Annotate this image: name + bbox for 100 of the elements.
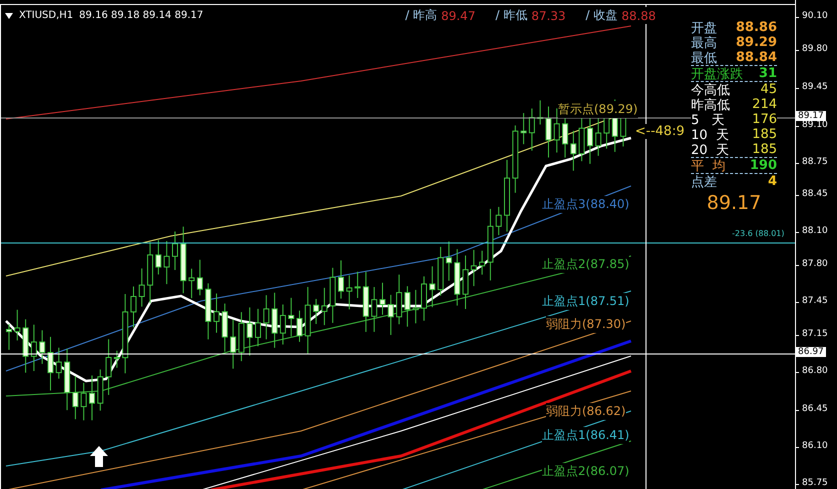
last-price: 89.17: [706, 192, 762, 214]
candlestick: [554, 108, 560, 154]
candlestick: [246, 306, 253, 356]
info-label: 20 天: [691, 142, 729, 158]
price-tick: 86.80: [802, 366, 828, 376]
price-tick: 87.80: [802, 259, 828, 269]
price-tick: 90.10: [802, 11, 828, 21]
candlestick: [479, 250, 486, 276]
info-label: 10 天: [691, 126, 729, 144]
candlestick: [362, 271, 369, 332]
candlestick: [196, 259, 203, 296]
candlestick: [138, 268, 145, 308]
candlestick: [412, 289, 419, 324]
fibonacci-label: -23.6 (88.01): [732, 229, 784, 238]
price-tick: 87.15: [802, 329, 828, 339]
info-value: 185: [752, 142, 777, 157]
candlestick: [338, 260, 344, 300]
candlestick: [255, 308, 261, 347]
symbol-label: XTIUSD,H1: [19, 10, 74, 21]
info-label: 最高: [691, 34, 717, 52]
candlestick: [280, 304, 286, 346]
candlestick: [164, 240, 170, 285]
stat-value: 89.47: [441, 8, 476, 22]
candlestick: [380, 282, 386, 316]
candlestick: [114, 350, 120, 368]
info-value: 4: [768, 174, 777, 189]
candlestick: [72, 376, 78, 420]
candlestick: [470, 249, 477, 287]
level-label: 止盈点2(87.85): [542, 256, 630, 273]
level-label: 弱阻力(86.62): [546, 403, 626, 420]
candlestick: [56, 347, 62, 380]
info-value: 88.86: [736, 20, 777, 35]
price-tick: 88.45: [802, 189, 828, 199]
candlestick: [330, 267, 336, 324]
candlestick: [205, 282, 212, 340]
candlestick: [172, 231, 178, 271]
candlestick: [80, 382, 87, 421]
price-marker: 89.17: [796, 111, 826, 121]
candlestick: [188, 268, 195, 299]
info-value: 185: [752, 127, 777, 142]
candlestick: [454, 248, 460, 306]
info-value: 45: [760, 82, 777, 97]
candlestick: [313, 298, 320, 324]
candlestick: [446, 240, 452, 282]
candlestick: [371, 286, 378, 332]
candlestick: [272, 292, 278, 348]
candlestick: [388, 294, 394, 336]
candlestick: [180, 226, 186, 294]
price-tick: 86.45: [802, 404, 828, 414]
candlestick: [22, 318, 29, 374]
info-label: 开盘涨跌: [691, 66, 743, 82]
candlestick: [97, 368, 104, 412]
distance-label: <--48:9: [635, 124, 684, 139]
price-tick: 87.45: [802, 296, 828, 306]
ohlc-values: 89.16 89.18 89.14 89.17: [79, 10, 204, 21]
candlestick: [570, 130, 576, 172]
stat-label: / 昨低: [495, 7, 528, 24]
level-label: 止盈点1(86.41): [542, 427, 630, 444]
candlestick: [462, 255, 468, 310]
info-label: 点差: [691, 174, 717, 190]
price-tick: 88.75: [802, 157, 828, 167]
info-value: 88.84: [736, 50, 777, 65]
info-value: 176: [752, 112, 777, 127]
candlestick: [14, 309, 20, 341]
info-label: 最低: [691, 50, 717, 66]
level-label: 止盈点2(86.07): [542, 463, 630, 480]
candlestick: [512, 124, 518, 194]
price-tick: 88.10: [802, 226, 828, 236]
price-tick: 85.75: [802, 478, 828, 488]
candlestick: [48, 336, 54, 392]
candlestick: [528, 108, 535, 152]
candlestick: [438, 246, 444, 296]
price-marker: 86.97: [796, 347, 826, 357]
candlestick: [304, 286, 311, 354]
candlestick: [354, 271, 361, 298]
level-label: 止盈点1(87.51): [542, 293, 630, 310]
candlestick: [30, 324, 37, 372]
candlestick: [130, 286, 136, 328]
candlestick: [546, 106, 552, 158]
level-label: 弱阻力(87.30): [546, 316, 626, 333]
candlestick: [537, 100, 544, 126]
info-label: 开盘: [691, 20, 717, 36]
candlestick: [421, 276, 427, 322]
candlestick: [155, 240, 162, 275]
candlestick: [39, 330, 46, 364]
candlestick: [587, 118, 593, 164]
candlestick: [238, 312, 244, 362]
candlestick: [296, 310, 302, 342]
price-tick: 89.45: [802, 82, 828, 92]
candlestick: [214, 293, 220, 334]
info-value: 89.29: [736, 35, 777, 50]
level-label: 暂示点(89.29): [558, 101, 638, 118]
candlestick: [89, 375, 95, 421]
dropdown-icon[interactable]: [5, 12, 13, 18]
candlestick: [346, 274, 352, 310]
up-arrow-icon: [90, 446, 108, 467]
stat-label: / 昨高: [405, 7, 438, 24]
candlestick: [321, 287, 328, 326]
info-value: 190: [750, 158, 777, 173]
info-label: 昨高低: [691, 96, 730, 114]
